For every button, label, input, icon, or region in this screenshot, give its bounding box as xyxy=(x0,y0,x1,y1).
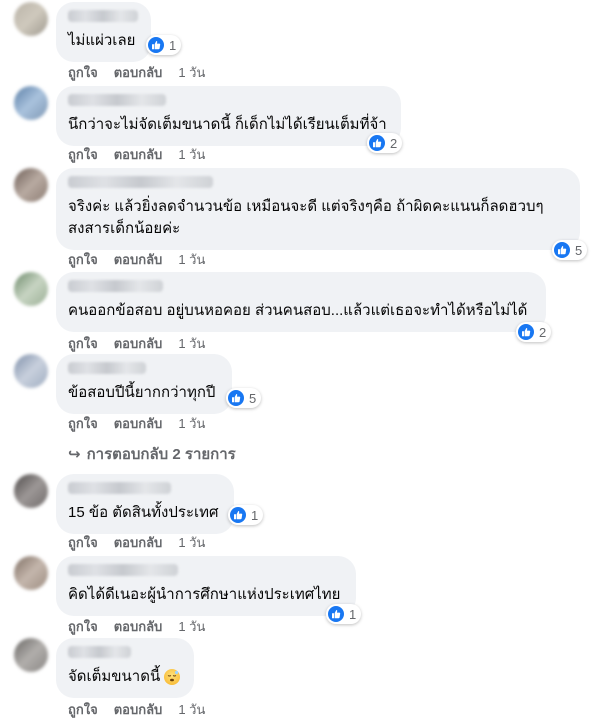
reaction-count-badge[interactable]: 1 xyxy=(326,604,362,624)
comment-text: คิดได้ดีเนอะผู้นำการศึกษาแห่งประเทศไทย xyxy=(68,586,341,603)
reaction-count-badge[interactable]: 5 xyxy=(552,240,588,260)
like-button[interactable]: ถูกใจ xyxy=(68,62,98,83)
comment-text: จริงค่ะ แล้วยิ่งลดจำนวนข้อ เหมือนจะดี แต… xyxy=(68,198,544,215)
reply-button[interactable]: ตอบกลับ xyxy=(114,699,163,719)
comment-bubble: คนออกข้อสอบ อยู่บนหอคอย ส่วนคนสอบ...แล้ว… xyxy=(56,272,546,332)
comment-timestamp[interactable]: 1 วัน xyxy=(178,413,205,434)
avatar[interactable] xyxy=(14,354,48,388)
avatar[interactable] xyxy=(14,638,48,672)
reaction-count-badge[interactable]: 2 xyxy=(516,322,552,342)
reaction-count-badge[interactable]: 1 xyxy=(146,35,182,55)
reaction-count: 1 xyxy=(169,37,177,53)
commenter-name-redacted[interactable] xyxy=(68,10,138,22)
reply-button[interactable]: ตอบกลับ xyxy=(114,333,163,354)
like-icon xyxy=(518,324,534,340)
comment-timestamp[interactable]: 1 วัน xyxy=(178,699,205,719)
comment-actions: ถูกใจ ตอบกลับ 1 วัน xyxy=(68,616,205,637)
comment-bubble: นึกว่าจะไม่จัดเต็มขนาดนี้ ก็เด็กไม่ได้เร… xyxy=(56,86,401,146)
comment-bubble: จัดเต็มขนาดนี้ xyxy=(56,638,194,698)
reply-button[interactable]: ตอบกลับ xyxy=(114,249,163,270)
commenter-name-redacted[interactable] xyxy=(68,564,178,576)
reaction-count-badge[interactable]: 5 xyxy=(226,388,262,408)
reaction-count: 1 xyxy=(349,606,357,622)
reaction-count: 5 xyxy=(249,390,257,406)
comments-feed: ไม่แผ่วเลย 1 ถูกใจ ตอบกลับ 1 วัน นึกว่าจะไม่จ… xyxy=(0,0,600,719)
comment-text: ไม่แผ่วเลย xyxy=(68,32,136,49)
like-button[interactable]: ถูกใจ xyxy=(68,144,98,165)
comment-actions: ถูกใจ ตอบกลับ 1 วัน xyxy=(68,249,205,270)
like-button[interactable]: ถูกใจ xyxy=(68,413,98,434)
reply-button[interactable]: ตอบกลับ xyxy=(114,616,163,637)
comment-actions: ถูกใจ ตอบกลับ 1 วัน xyxy=(68,62,205,83)
comment-actions: ถูกใจ ตอบกลับ 1 วัน xyxy=(68,413,205,434)
comment-text: จัดเต็มขนาดนี้ xyxy=(68,666,182,688)
comment-text: สงสารเด็กน้อยค่ะ xyxy=(68,220,181,237)
comment-actions: ถูกใจ ตอบกลับ 1 วัน xyxy=(68,532,205,553)
comment-timestamp[interactable]: 1 วัน xyxy=(178,532,205,553)
comment-text: 15 ข้อ ตัดสินทั้งประเทศ xyxy=(68,504,219,521)
commenter-name-redacted[interactable] xyxy=(68,176,213,188)
reply-button[interactable]: ตอบกลับ xyxy=(114,532,163,553)
comment-timestamp[interactable]: 1 วัน xyxy=(178,144,205,165)
comment-timestamp[interactable]: 1 วัน xyxy=(178,62,205,83)
like-icon xyxy=(148,37,164,53)
reply-button[interactable]: ตอบกลับ xyxy=(114,413,163,434)
comment-text: นึกว่าจะไม่จัดเต็มขนาดนี้ ก็เด็กไม่ได้เร… xyxy=(68,116,387,133)
comment-bubble: คิดได้ดีเนอะผู้นำการศึกษาแห่งประเทศไทย xyxy=(56,556,356,616)
comment-timestamp[interactable]: 1 วัน xyxy=(178,616,205,637)
commenter-name-redacted[interactable] xyxy=(68,482,171,494)
like-icon xyxy=(228,390,244,406)
comment-bubble: 15 ข้อ ตัดสินทั้งประเทศ xyxy=(56,474,234,534)
avatar[interactable] xyxy=(14,556,48,590)
like-icon xyxy=(328,606,344,622)
comment-text: คนออกข้อสอบ อยู่บนหอคอย ส่วนคนสอบ...แล้ว… xyxy=(68,302,528,319)
like-button[interactable]: ถูกใจ xyxy=(68,249,98,270)
reaction-count: 2 xyxy=(390,135,398,151)
reply-arrow-icon: ↪ xyxy=(68,446,81,463)
comment-bubble: ไม่แผ่วเลย xyxy=(56,2,151,62)
reply-button[interactable]: ตอบกลับ xyxy=(114,62,163,83)
like-icon xyxy=(230,507,246,523)
avatar[interactable] xyxy=(14,2,48,36)
like-button[interactable]: ถูกใจ xyxy=(68,532,98,553)
comment-bubble: ข้อสอบปีนี้ยากกว่าทุกปี xyxy=(56,354,232,414)
comment-timestamp[interactable]: 1 วัน xyxy=(178,333,205,354)
like-button[interactable]: ถูกใจ xyxy=(68,699,98,719)
comment-actions: ถูกใจ ตอบกลับ 1 วัน xyxy=(68,333,205,354)
avatar[interactable] xyxy=(14,168,48,202)
reaction-count-badge[interactable]: 1 xyxy=(228,505,264,525)
reaction-count-badge[interactable]: 2 xyxy=(367,133,403,153)
reaction-count: 1 xyxy=(251,507,259,523)
sleepy-face-icon xyxy=(164,669,181,686)
comment-timestamp[interactable]: 1 วัน xyxy=(178,249,205,270)
like-icon xyxy=(554,242,570,258)
like-icon xyxy=(369,135,385,151)
comment-actions: ถูกใจ ตอบกลับ 1 วัน xyxy=(68,144,205,165)
reply-button[interactable]: ตอบกลับ xyxy=(114,144,163,165)
like-button[interactable]: ถูกใจ xyxy=(68,616,98,637)
commenter-name-redacted[interactable] xyxy=(68,94,166,106)
comment-text: ข้อสอบปีนี้ยากกว่าทุกปี xyxy=(68,384,216,401)
view-replies-link[interactable]: ↪ การตอบกลับ 2 รายการ xyxy=(68,442,236,466)
avatar[interactable] xyxy=(14,474,48,508)
comment-actions: ถูกใจ ตอบกลับ 1 วัน xyxy=(68,699,205,719)
avatar[interactable] xyxy=(14,86,48,120)
reaction-count: 2 xyxy=(539,324,547,340)
comment-bubble: จริงค่ะ แล้วยิ่งลดจำนวนข้อ เหมือนจะดี แต… xyxy=(56,168,580,250)
avatar[interactable] xyxy=(14,272,48,306)
reaction-count: 5 xyxy=(575,242,583,258)
commenter-name-redacted[interactable] xyxy=(68,646,131,658)
like-button[interactable]: ถูกใจ xyxy=(68,333,98,354)
view-replies-label: การตอบกลับ 2 รายการ xyxy=(86,446,236,463)
commenter-name-redacted[interactable] xyxy=(68,362,146,374)
commenter-name-redacted[interactable] xyxy=(68,280,163,292)
